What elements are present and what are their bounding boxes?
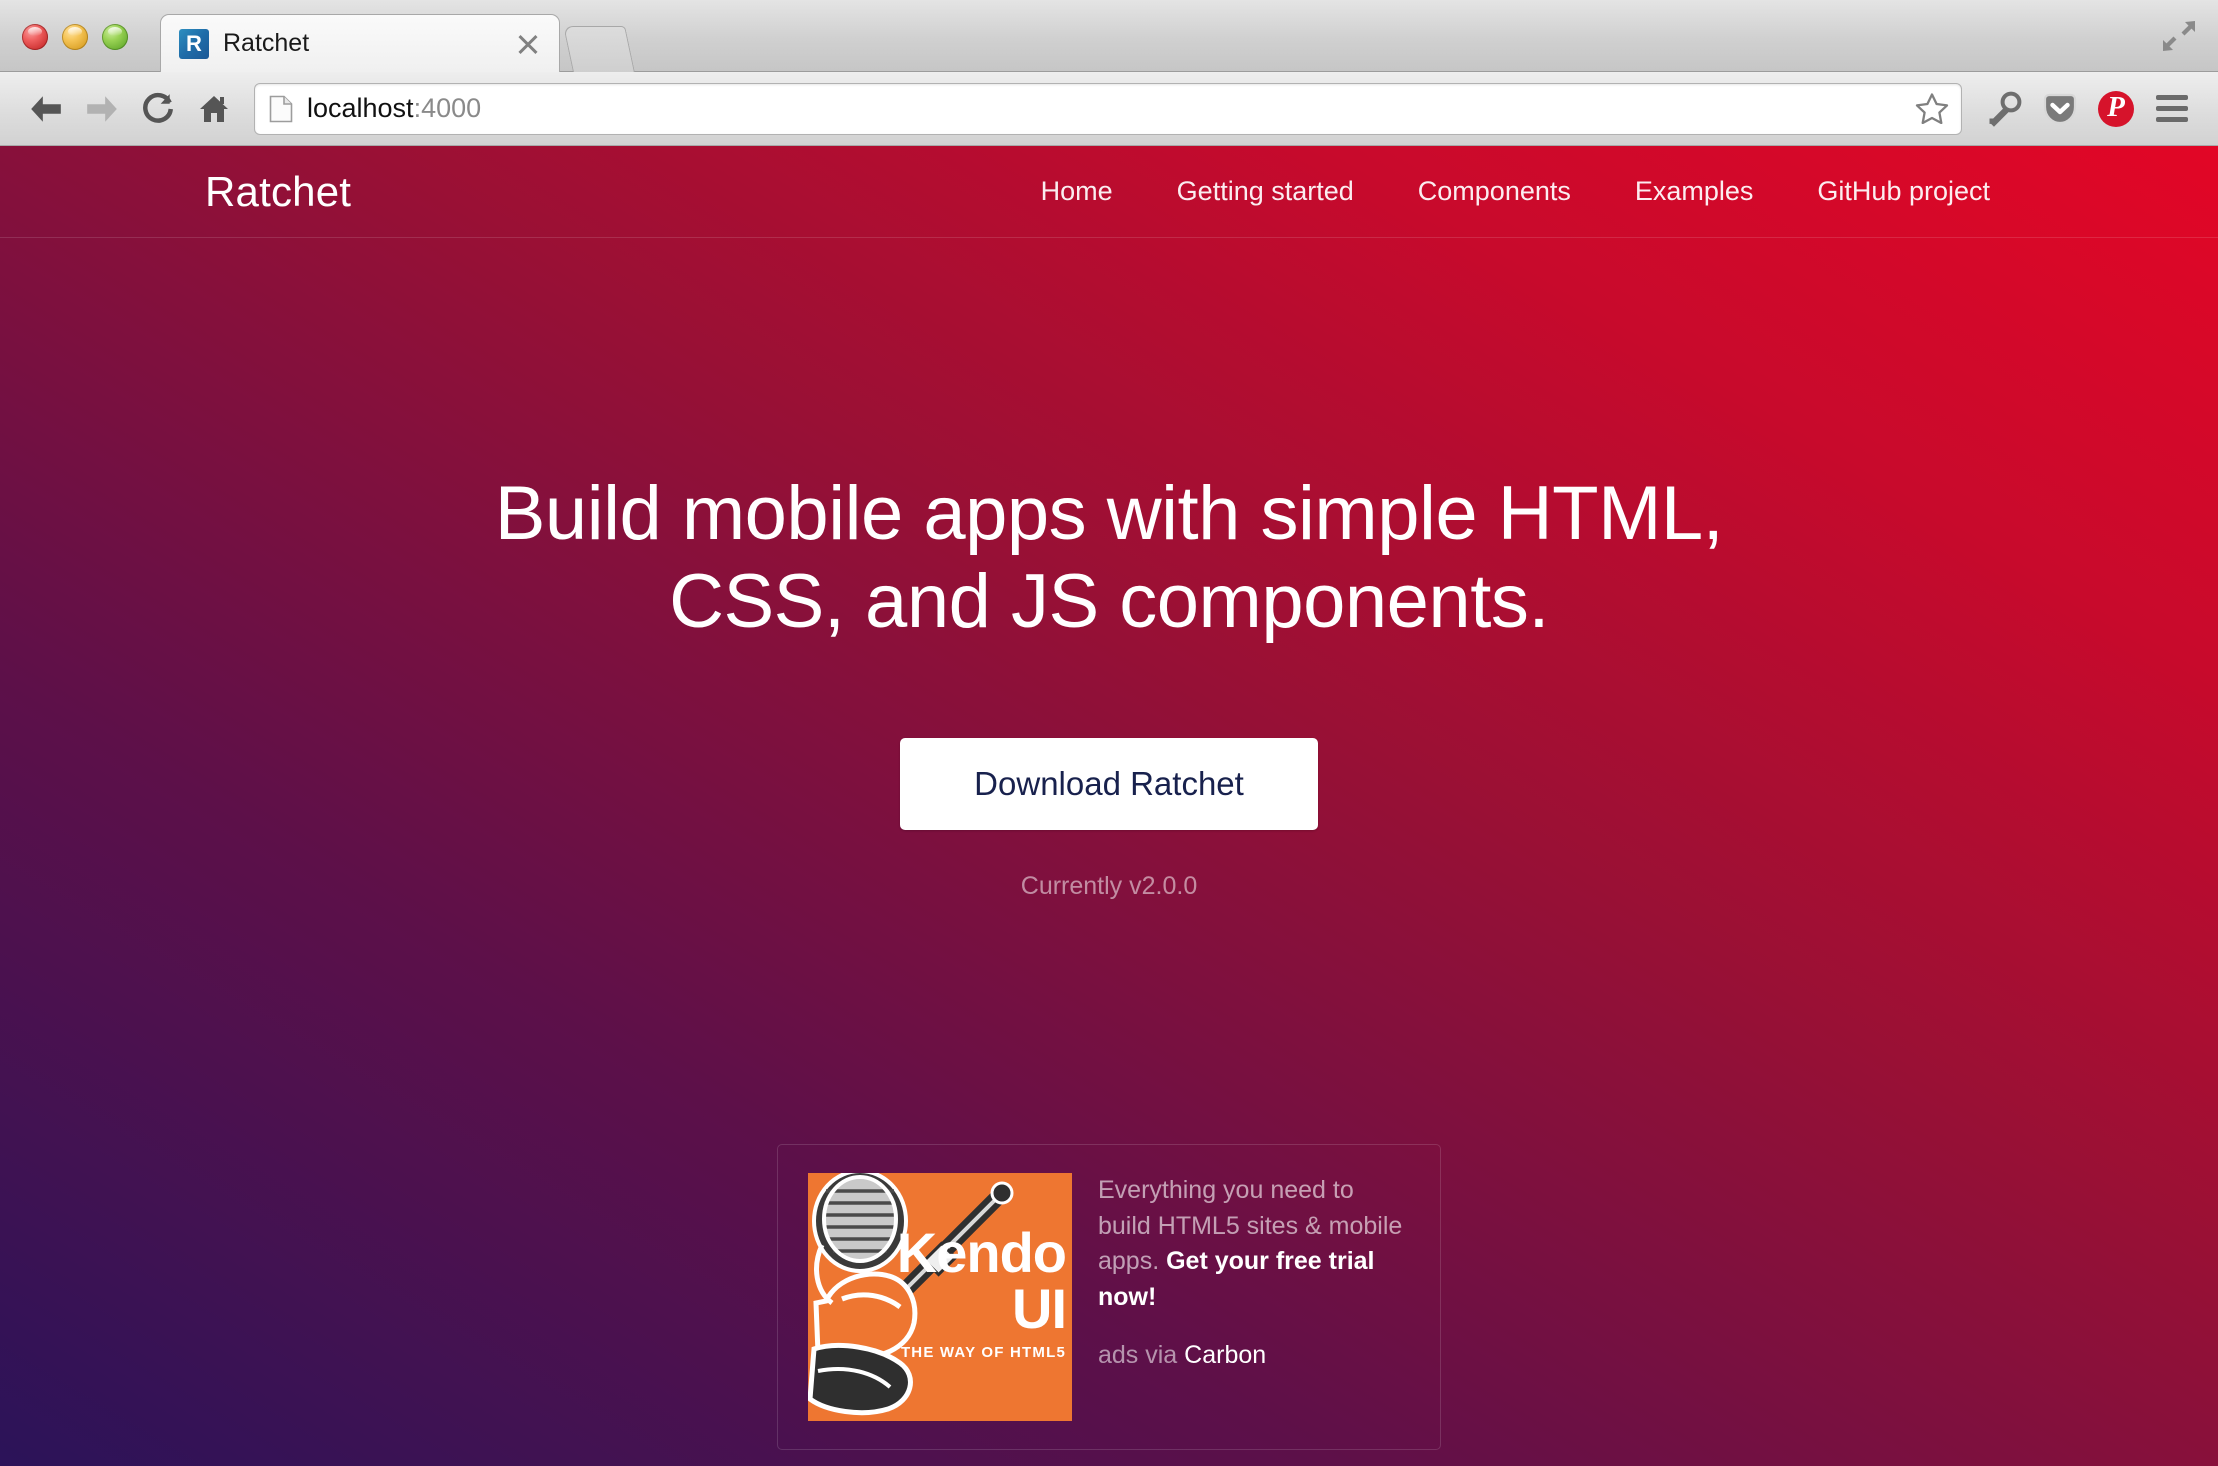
hero-section: Build mobile apps with simple HTML, CSS,… <box>0 238 2218 901</box>
site-nav-links: Home Getting started Components Examples… <box>1041 176 1990 207</box>
hero-title: Build mobile apps with simple HTML, CSS,… <box>409 470 1809 646</box>
back-button[interactable] <box>18 83 74 135</box>
site-navbar: Ratchet Home Getting started Components … <box>0 146 2218 238</box>
version-label: Currently v2.0.0 <box>1020 872 1198 901</box>
hero-title-line-1: Build mobile apps with simple HTML, <box>494 471 1724 556</box>
url-text: localhost:4000 <box>307 93 1915 124</box>
window-controls <box>22 24 128 50</box>
download-ratchet-button[interactable]: Download Ratchet <box>900 738 1318 831</box>
minimize-window-button[interactable] <box>62 24 88 50</box>
carbon-ad-body: Everything you need to build HTML5 sites… <box>1098 1173 1410 1421</box>
fullscreen-icon[interactable] <box>2162 20 2196 52</box>
kendo-ui-tagline: THE WAY OF HTML5 <box>900 1344 1066 1361</box>
browser-menu-button[interactable] <box>2144 83 2200 135</box>
browser-toolbar: localhost:4000 P <box>0 72 2218 146</box>
browser-window: R Ratchet localhost:4000 P Ratchet Home … <box>0 0 2218 1466</box>
url-host: localhost <box>307 93 414 123</box>
url-port: :4000 <box>413 93 482 123</box>
forward-button[interactable] <box>74 83 130 135</box>
pinterest-icon[interactable]: P <box>2088 83 2144 135</box>
nav-item-examples[interactable]: Examples <box>1635 176 1754 207</box>
tab-bar: R Ratchet <box>0 0 2218 72</box>
page-content: Ratchet Home Getting started Components … <box>0 146 2218 1466</box>
carbon-ad[interactable]: Kendo UI THE WAY OF HTML5 Everything you… <box>777 1144 1441 1450</box>
tab-title: Ratchet <box>223 29 310 57</box>
reload-button[interactable] <box>130 83 186 135</box>
pocket-icon[interactable] <box>2032 83 2088 135</box>
nav-item-home[interactable]: Home <box>1041 176 1113 207</box>
hero-cta-wrap: Download Ratchet <box>0 738 2218 831</box>
nav-item-github-project[interactable]: GitHub project <box>1817 176 1990 207</box>
hamburger-icon <box>2156 95 2188 122</box>
carbon-ad-attribution[interactable]: ads via Carbon <box>1098 1341 1410 1370</box>
browser-tab[interactable]: R Ratchet <box>160 14 560 72</box>
carbon-brand-label: Carbon <box>1184 1341 1267 1369</box>
maximize-window-button[interactable] <box>102 24 128 50</box>
hero-title-line-2: CSS, and JS components. <box>669 559 1549 645</box>
new-tab-button[interactable] <box>563 26 635 72</box>
close-window-button[interactable] <box>22 24 48 50</box>
address-bar[interactable]: localhost:4000 <box>254 82 1962 135</box>
kendo-ui-wordmark: Kendo UI <box>896 1221 1067 1340</box>
nav-item-components[interactable]: Components <box>1418 176 1571 207</box>
carbon-ad-via-prefix: ads via <box>1098 1341 1185 1369</box>
lastpass-key-icon[interactable] <box>1976 83 2032 135</box>
pinterest-glyph: P <box>2098 90 2134 127</box>
site-brand[interactable]: Ratchet <box>205 168 351 216</box>
ratchet-favicon-icon: R <box>179 28 209 59</box>
bookmark-star-icon[interactable] <box>1915 92 1949 126</box>
carbon-ad-text[interactable]: Everything you need to build HTML5 sites… <box>1098 1173 1410 1315</box>
page-document-icon <box>269 95 293 123</box>
nav-item-getting-started[interactable]: Getting started <box>1177 176 1354 207</box>
kendo-ui-ad-image[interactable]: Kendo UI THE WAY OF HTML5 <box>808 1173 1072 1421</box>
close-tab-icon[interactable] <box>513 29 543 59</box>
home-button[interactable] <box>186 83 242 135</box>
